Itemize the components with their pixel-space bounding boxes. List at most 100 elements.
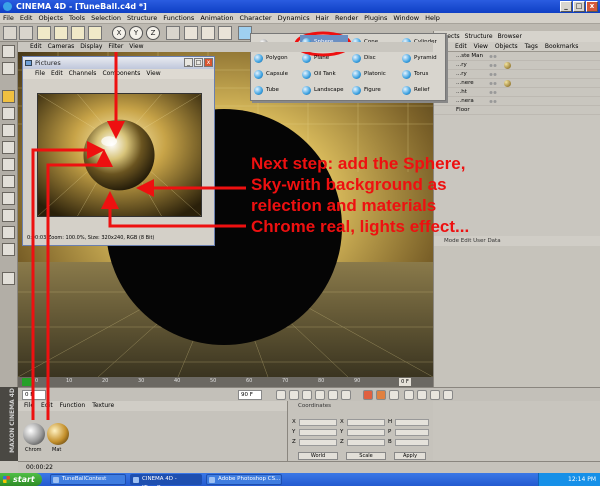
close-button[interactable]: x: [586, 1, 598, 12]
position-field[interactable]: [299, 439, 337, 446]
play-backwards-icon[interactable]: [302, 390, 312, 400]
timeline-end-field[interactable]: 0 F: [399, 378, 411, 386]
primitive-figure-item[interactable]: Figure: [350, 83, 398, 98]
menu-dynamics[interactable]: Dynamics: [278, 13, 310, 23]
position-field[interactable]: [299, 419, 337, 426]
menu-functions[interactable]: Functions: [163, 13, 194, 23]
menu-hair[interactable]: Hair: [316, 13, 329, 23]
menu-render[interactable]: Render: [335, 13, 358, 23]
play-icon[interactable]: [315, 390, 325, 400]
pictures-window[interactable]: Pictures _ □ x File Edit Channels Compon…: [22, 56, 215, 246]
paint-mode-icon[interactable]: [2, 192, 15, 205]
visibility-dots-icon[interactable]: [489, 90, 497, 95]
mat-menu-edit[interactable]: Edit: [41, 401, 53, 411]
coordinate-system-icon[interactable]: [166, 26, 180, 40]
obj-menu-tags[interactable]: Tags: [525, 42, 538, 51]
menu-plugins[interactable]: Plugins: [364, 13, 387, 23]
obj-menu-view[interactable]: View: [474, 42, 488, 51]
object-row[interactable]: ...nera: [434, 97, 600, 106]
pic-menu-edit[interactable]: Edit: [51, 69, 63, 79]
minimize-button[interactable]: _: [560, 1, 572, 12]
tab-browser[interactable]: Browser: [498, 31, 522, 42]
go-to-start-icon[interactable]: [276, 390, 286, 400]
axis-x-button[interactable]: X: [112, 26, 126, 40]
timeline-ruler[interactable]: 0 10 20 30 40 50 60 70 80 90 0 F: [18, 377, 433, 387]
keyframe-selection-icon[interactable]: [389, 390, 399, 400]
position-key-icon[interactable]: [404, 390, 414, 400]
start-button[interactable]: start: [0, 473, 42, 486]
polygons-mode-icon[interactable]: [2, 158, 15, 171]
menu-edit[interactable]: Edit: [20, 13, 33, 23]
pictures-minimize-button[interactable]: _: [184, 58, 193, 67]
texture-mode-icon[interactable]: [2, 90, 15, 103]
pic-menu-components[interactable]: Components: [102, 69, 140, 79]
attr-menu-edit[interactable]: Edit: [461, 238, 472, 244]
current-frame-field[interactable]: 0 F: [22, 390, 46, 400]
menu-animation[interactable]: Animation: [200, 13, 233, 23]
attr-menu-mode[interactable]: Mode: [444, 238, 459, 244]
object-row[interactable]: ...ry: [434, 61, 600, 70]
axis-z-button[interactable]: Z: [146, 26, 160, 40]
primitive-platonic-item[interactable]: Platonic: [350, 67, 398, 82]
record-icon[interactable]: [363, 390, 373, 400]
obj-menu-edit[interactable]: Edit: [455, 42, 467, 51]
primitive-landscape-item[interactable]: Landscape: [300, 83, 348, 98]
animate-mode-icon[interactable]: [2, 272, 15, 285]
pictures-close-button[interactable]: x: [204, 58, 213, 67]
coordinate-mode-dropdown[interactable]: World: [298, 452, 338, 460]
viewport-menu-edit[interactable]: Edit: [30, 42, 42, 52]
menu-tools[interactable]: Tools: [69, 13, 85, 23]
visibility-dots-icon[interactable]: [489, 81, 497, 86]
primitive-oil-tank-item[interactable]: Oil Tank: [300, 67, 348, 82]
visibility-dots-icon[interactable]: [489, 54, 497, 59]
object-row[interactable]: ...ht: [434, 88, 600, 97]
rotate-icon[interactable]: [88, 26, 102, 40]
pic-menu-file[interactable]: File: [35, 69, 45, 79]
material-tag-icon[interactable]: [504, 80, 511, 87]
visibility-dots-icon[interactable]: [489, 63, 497, 68]
redo-icon[interactable]: [19, 26, 33, 40]
scale-icon[interactable]: [71, 26, 85, 40]
pictures-maximize-button[interactable]: □: [194, 58, 203, 67]
primitive-relief-item[interactable]: Relief: [400, 83, 448, 98]
size-field[interactable]: [347, 439, 385, 446]
menu-selection[interactable]: Selection: [91, 13, 121, 23]
material-tag-icon[interactable]: [504, 62, 511, 69]
primitive-capsule-item[interactable]: Capsule: [252, 67, 300, 82]
size-field[interactable]: [347, 429, 385, 436]
maximize-button[interactable]: □: [573, 1, 585, 12]
object-row[interactable]: ...ste Man: [434, 52, 600, 61]
visibility-dots-icon[interactable]: [489, 72, 497, 77]
primitive-torus-item[interactable]: Torus: [400, 67, 448, 82]
task-cinema4d[interactable]: CINEMA 4D - [TuneB...: [130, 474, 202, 486]
primitive-disc-item[interactable]: Disc: [350, 51, 398, 66]
move-icon[interactable]: [54, 26, 68, 40]
current-frame-marker[interactable]: [22, 378, 32, 386]
menu-objects[interactable]: Objects: [38, 13, 63, 23]
obj-menu-bookmarks[interactable]: Bookmarks: [545, 42, 579, 51]
viewport-menu-display[interactable]: Display: [80, 42, 102, 52]
object-row[interactable]: ...nere: [434, 79, 600, 88]
next-key-icon[interactable]: [328, 390, 338, 400]
tweak-mode-icon[interactable]: [2, 175, 15, 188]
axis-mode-icon[interactable]: [2, 107, 15, 120]
rotation-field[interactable]: [395, 439, 429, 446]
pictures-titlebar[interactable]: Pictures _ □ x: [23, 57, 214, 69]
visibility-dots-icon[interactable]: [489, 99, 497, 104]
apply-button[interactable]: Apply: [394, 452, 426, 460]
menu-structure[interactable]: Structure: [127, 13, 157, 23]
viewport-menu-filter[interactable]: Filter: [108, 42, 123, 52]
tab-structure[interactable]: Structure: [465, 31, 493, 42]
live-select-icon[interactable]: [37, 26, 51, 40]
menu-help[interactable]: Help: [425, 13, 440, 23]
workplane-icon[interactable]: [2, 226, 15, 239]
autokey-icon[interactable]: [376, 390, 386, 400]
primitive-plane-item[interactable]: Plane: [300, 51, 348, 66]
obj-menu-objects[interactable]: Objects: [495, 42, 518, 51]
task-tuneballcontest[interactable]: TuneBallContest: [50, 474, 126, 485]
render-view-icon[interactable]: [184, 26, 198, 40]
mat-menu-file[interactable]: File: [24, 401, 34, 411]
rotation-field[interactable]: [395, 419, 429, 426]
undo-icon[interactable]: [3, 26, 17, 40]
object-row[interactable]: Floor: [434, 106, 600, 115]
